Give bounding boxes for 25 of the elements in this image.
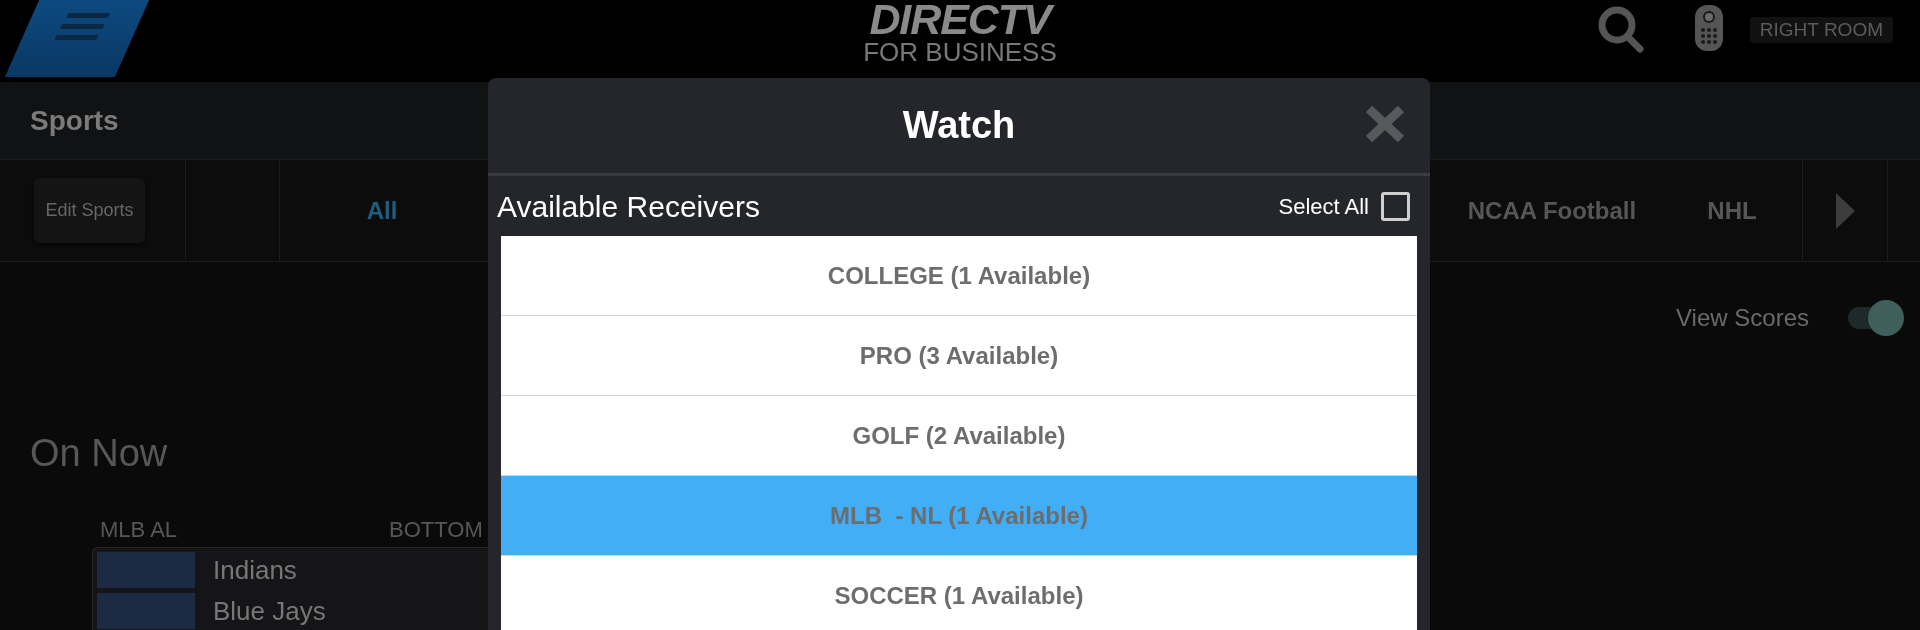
- search-icon[interactable]: [1597, 6, 1644, 53]
- select-all-checkbox[interactable]: [1381, 191, 1410, 221]
- team-name: Blue Jays: [213, 596, 326, 626]
- view-scores-label: View Scores: [1676, 303, 1809, 333]
- menu-icon: [54, 13, 111, 40]
- close-icon[interactable]: [1365, 105, 1405, 143]
- view-scores-toggle[interactable]: [1846, 300, 1904, 336]
- sport-tab[interactable]: NCAA Football: [1463, 195, 1641, 226]
- receivers-heading: Available Receivers: [497, 188, 760, 225]
- game-status: BOTTOM: [389, 515, 483, 544]
- on-now-heading: On Now: [30, 431, 168, 476]
- remote-icon[interactable]: [1694, 5, 1723, 51]
- triangle-right-icon[interactable]: [1835, 192, 1855, 229]
- dialog-title: Watch: [902, 103, 1016, 148]
- logo-tagline: FOR BUSINESS: [863, 39, 1057, 65]
- game-card[interactable]: Indians Blue Jays: [92, 547, 488, 630]
- league-label: MLB AL: [100, 515, 178, 544]
- select-all-label: Select All: [1278, 192, 1369, 221]
- sport-tab[interactable]: All: [362, 195, 402, 226]
- edit-sports-button[interactable]: Edit Sports: [34, 178, 145, 243]
- receiver-row[interactable]: MLB - NL (1 Available): [501, 476, 1417, 556]
- team-name: Indians: [213, 555, 297, 585]
- section-title: Sports: [30, 103, 119, 138]
- room-selector[interactable]: RIGHT ROOM: [1749, 17, 1893, 43]
- sport-tab[interactable]: NHL: [1703, 195, 1761, 226]
